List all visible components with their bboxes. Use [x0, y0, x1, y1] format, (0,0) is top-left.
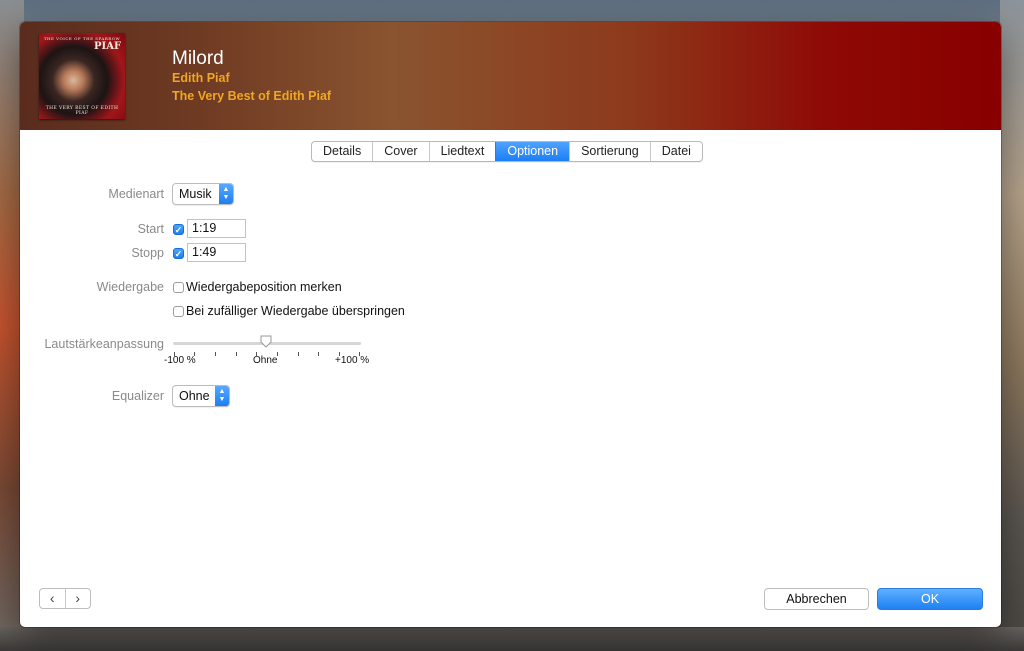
next-song-button[interactable]: › [64, 589, 91, 608]
song-artist: Edith Piaf [172, 71, 230, 85]
media-kind-popup[interactable]: Musik ▲ ▼ [172, 183, 234, 205]
popup-arrows-icon: ▲ ▼ [215, 386, 229, 406]
equalizer-label: Equalizer [111, 389, 164, 403]
ok-button[interactable]: OK [877, 588, 983, 610]
tab-file[interactable]: Datei [649, 142, 702, 161]
tab-details[interactable]: Details [312, 142, 372, 161]
song-header: THE VOICE OF THE SPARROW PIAF THE VERY B… [20, 22, 1001, 130]
volume-slider-thumb[interactable] [260, 335, 272, 348]
slider-tick [298, 352, 299, 356]
cover-name-text: PIAF [94, 41, 122, 52]
desktop-wallpaper-bottom [0, 627, 1024, 651]
volume-mid-label: Ohne [253, 355, 278, 366]
skip-shuffle-label: Bei zufälliger Wiedergabe überspringen [186, 304, 405, 318]
tab-lyrics[interactable]: Liedtext [428, 142, 496, 161]
cover-bottom-text: THE VERY BEST OF EDITH PIAF [45, 106, 119, 116]
popup-arrows-icon: ▲ ▼ [219, 184, 233, 204]
remember-position-checkbox[interactable] [173, 282, 184, 293]
volume-min-label: -100 % [164, 355, 196, 366]
song-album: The Very Best of Edith Piaf [172, 89, 332, 103]
remember-position-label: Wiedergabeposition merken [186, 280, 342, 294]
album-cover-artwork: THE VOICE OF THE SPARROW PIAF THE VERY B… [39, 33, 125, 119]
start-time-field[interactable]: 1:19 [187, 219, 246, 238]
slider-tick [236, 352, 237, 356]
equalizer-popup[interactable]: Ohne ▲ ▼ [172, 385, 230, 407]
start-label: Start [137, 222, 164, 236]
media-kind-value: Musik [179, 187, 212, 201]
start-checkbox[interactable]: ✓ [173, 224, 184, 235]
equalizer-value: Ohne [179, 389, 210, 403]
volume-adjust-label: Lautstärkeanpassung [44, 337, 164, 351]
media-kind-label: Medienart [108, 187, 164, 201]
song-info-dialog: THE VOICE OF THE SPARROW PIAF THE VERY B… [20, 22, 1001, 627]
tab-bar: Details Cover Liedtext Optionen Sortieru… [311, 141, 703, 162]
volume-max-label: +100 % [335, 355, 370, 366]
stop-label: Stopp [131, 246, 164, 260]
slider-tick [215, 352, 216, 356]
cancel-button[interactable]: Abbrechen [764, 588, 869, 610]
stop-checkbox[interactable]: ✓ [173, 248, 184, 259]
skip-shuffle-checkbox[interactable] [173, 306, 184, 317]
tab-sorting[interactable]: Sortierung [569, 142, 650, 161]
tab-options[interactable]: Optionen [495, 142, 570, 161]
prev-next-group: ‹ › [39, 588, 91, 609]
previous-song-button[interactable]: ‹ [40, 589, 65, 608]
slider-tick [318, 352, 319, 356]
desktop-wallpaper-right [1000, 0, 1024, 651]
song-title: Milord [172, 48, 224, 69]
playback-label: Wiedergabe [96, 280, 164, 294]
stop-time-field[interactable]: 1:49 [187, 243, 246, 262]
tab-cover[interactable]: Cover [372, 142, 428, 161]
